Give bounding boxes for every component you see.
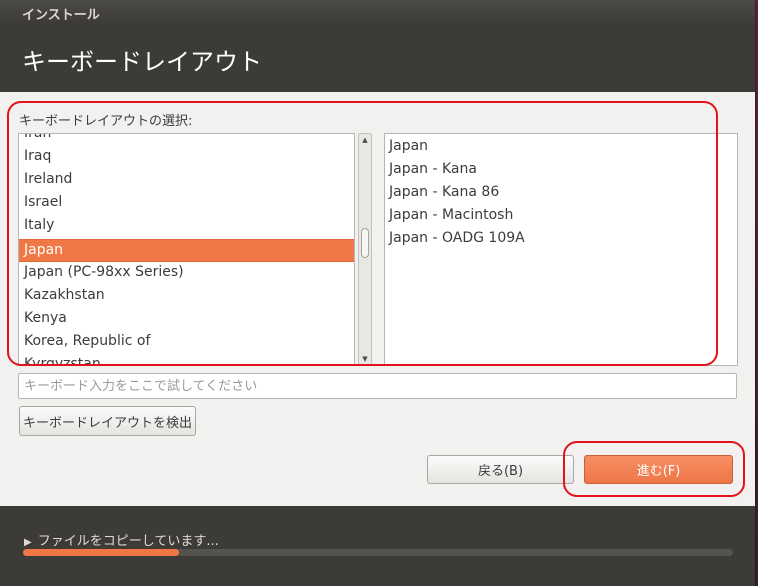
scrollbar-thumb[interactable]	[361, 228, 369, 258]
layout-select-label: キーボードレイアウトの選択:	[19, 114, 193, 129]
scroll-up-arrow-icon[interactable]: ▲	[359, 135, 371, 145]
layout-item-iran[interactable]: Iran	[19, 134, 354, 146]
layout-item-japan-pc98[interactable]: Japan (PC-98xx Series)	[19, 262, 354, 285]
variant-item-japan-oadg[interactable]: Japan - OADG 109A	[389, 230, 525, 246]
layout-item-kazakhstan[interactable]: Kazakhstan	[19, 285, 354, 308]
variant-item-japan-macintosh[interactable]: Japan - Macintosh	[389, 207, 513, 223]
variant-item-japan-kana-86[interactable]: Japan - Kana 86	[389, 184, 499, 200]
window-title: インストール	[22, 8, 100, 23]
expander-triangle-icon[interactable]: ▶	[24, 537, 32, 548]
installer-footer: ▶ ファイルをコピーしています...	[0, 506, 755, 586]
variant-list[interactable]: Japan Japan - Kana Japan - Kana 86 Japan…	[384, 133, 738, 366]
layout-item-japan-selected[interactable]: Japan	[19, 239, 354, 262]
installer-window: インストール キーボードレイアウト キーボードレイアウトの選択: Iran Ir…	[0, 0, 755, 586]
variant-item-japan[interactable]: Japan	[389, 138, 428, 154]
layout-item-korea[interactable]: Korea, Republic of	[19, 331, 354, 354]
layout-list[interactable]: Iran Iraq Ireland Israel Italy Japan Jap…	[18, 133, 355, 366]
page-header: キーボードレイアウト	[0, 24, 755, 92]
progress-bar	[23, 549, 733, 556]
status-label: ファイルをコピーしています...	[37, 534, 219, 549]
layout-item-iraq[interactable]: Iraq	[19, 146, 354, 169]
layout-item-israel[interactable]: Israel	[19, 192, 354, 215]
keyboard-test-input[interactable]	[18, 373, 737, 399]
page-title: キーボードレイアウト	[22, 48, 262, 76]
layout-item-kenya[interactable]: Kenya	[19, 308, 354, 331]
window-titlebar[interactable]: インストール	[0, 0, 755, 24]
layout-item-italy[interactable]: Italy	[19, 215, 354, 238]
scroll-down-arrow-icon[interactable]: ▼	[359, 354, 371, 364]
layout-item-ireland[interactable]: Ireland	[19, 169, 354, 192]
progress-fill	[23, 549, 180, 556]
layout-item-kyrgyzstan[interactable]: Kyrgyzstan	[19, 354, 354, 365]
layout-list-scrollbar[interactable]: ▲ ▼	[358, 133, 372, 366]
variant-item-japan-kana[interactable]: Japan - Kana	[389, 161, 477, 177]
detect-layout-button[interactable]: キーボードレイアウトを検出	[19, 406, 196, 436]
forward-button[interactable]: 進む(F)	[584, 455, 733, 484]
back-button[interactable]: 戻る(B)	[427, 455, 574, 484]
status-text[interactable]: ▶ ファイルをコピーしています...	[24, 530, 219, 549]
